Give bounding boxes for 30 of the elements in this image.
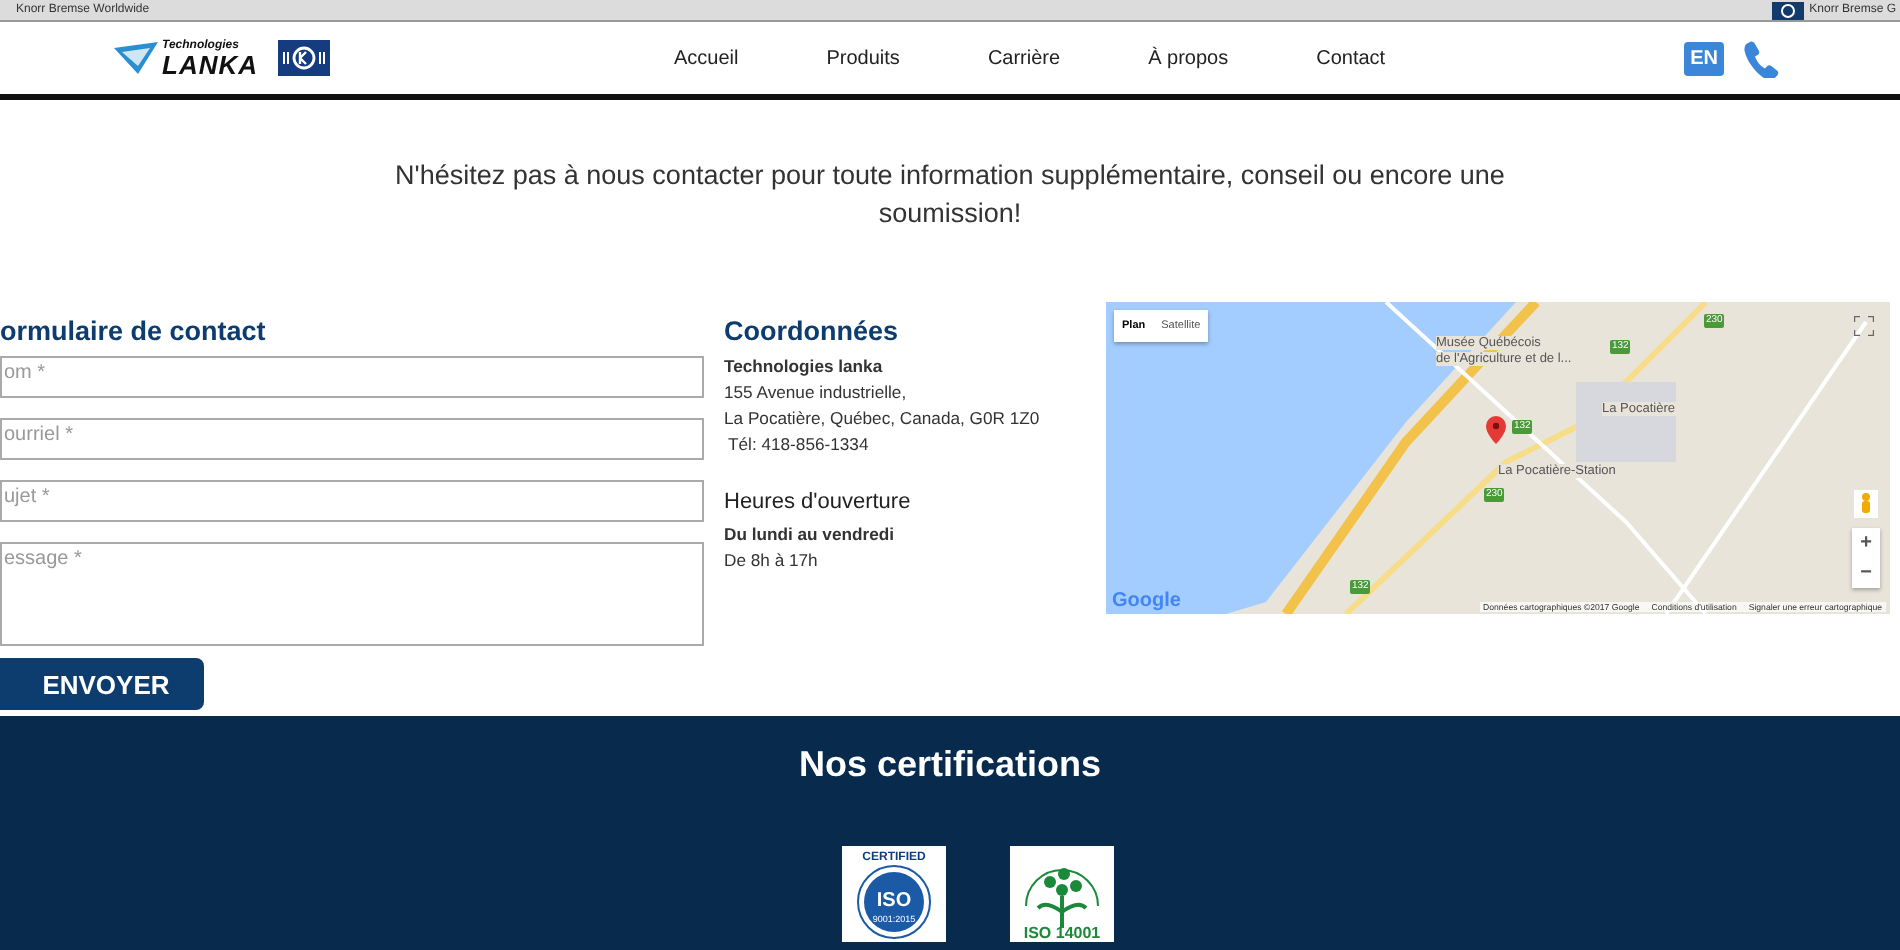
zoom-out-button[interactable]: − [1860, 558, 1872, 588]
zoom-in-button[interactable]: + [1860, 528, 1872, 558]
logo-text: LANKA [162, 51, 258, 77]
phone-icon [1742, 39, 1780, 77]
pegman-icon [1854, 490, 1878, 518]
address-line: La Pocatière, Québec, Canada, G0R 1Z0 [724, 406, 1042, 432]
section-title: Coordonnées [724, 316, 901, 348]
nav-link[interactable]: Carrière [987, 47, 1061, 69]
language-button[interactable]: EN [1684, 41, 1724, 75]
map-brand-logo: Google [1112, 590, 1181, 612]
form-title: ormulaire de contact [0, 316, 268, 348]
map-pin-icon [1486, 416, 1506, 444]
nav-link[interactable]: Contact [1316, 47, 1386, 69]
iso-14001-badge: ISO 14001 [1009, 846, 1113, 942]
address-line: Tél: 418-856-1334 [726, 432, 871, 458]
company-name: Technologies lanka [724, 354, 885, 380]
hours-time: De 8h à 17h [724, 548, 820, 574]
fullscreen-icon [1854, 316, 1874, 336]
section-title: Nos certifications [798, 744, 1102, 786]
section-title: Heures d'ouverture [724, 490, 913, 516]
brand-logo-icon [278, 40, 330, 76]
address-line: 155 Avenue industrielle, [724, 380, 909, 406]
brand-logo-icon [1771, 1, 1804, 19]
nav-link[interactable]: Accueil [674, 47, 739, 69]
nav-link[interactable]: Produits [826, 47, 900, 69]
intro-text: N'hésitez pas à nous contacter pour toute information supplémentaire, conseil ou encore une soumission! [393, 158, 1507, 232]
triangle-logo-icon [114, 42, 158, 74]
nav-link[interactable]: À propos [1148, 47, 1229, 69]
send-button[interactable]: ENVOYER [0, 658, 204, 710]
hours-days: Du lundi au vendredi [724, 522, 1084, 548]
